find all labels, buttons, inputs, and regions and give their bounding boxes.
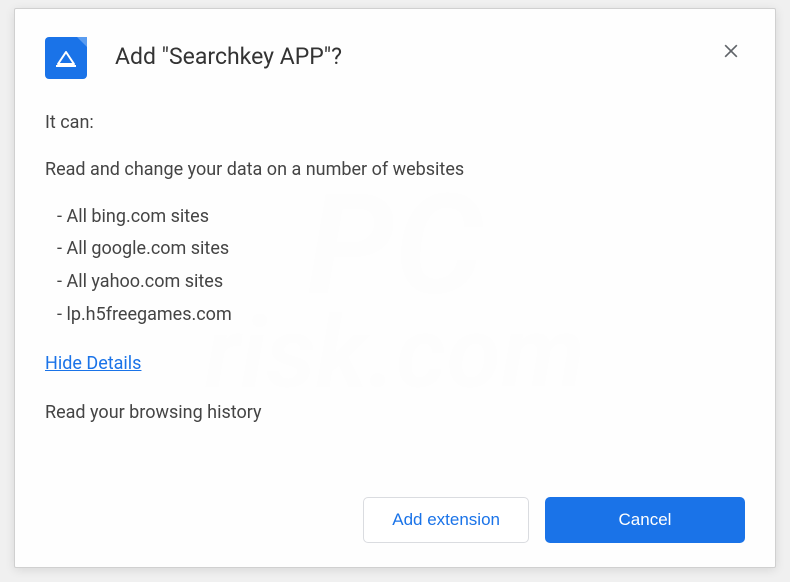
permission-heading: Read and change your data on a number of… [45,156,745,185]
close-button[interactable] [717,37,745,69]
dialog-header: Add "Searchkey APP"? [45,37,745,79]
dialog-title: Add "Searchkey APP"? [115,43,717,70]
cancel-button[interactable]: Cancel [545,497,745,543]
extension-install-dialog: Add "Searchkey APP"? It can: Read and ch… [14,8,776,568]
permission-site-list: All bing.com sites All google.com sites … [45,203,745,330]
extension-icon [45,37,87,79]
details-toggle-link[interactable]: Hide Details [45,350,141,379]
dialog-body: It can: Read and change your data on a n… [45,109,745,487]
dialog-footer: Add extension Cancel [45,497,745,543]
permission-extra: Read your browsing history [45,399,745,428]
add-extension-button[interactable]: Add extension [363,497,529,543]
list-item: All yahoo.com sites [57,268,745,297]
permissions-intro: It can: [45,109,745,138]
close-icon [721,41,741,61]
list-item: lp.h5freegames.com [57,301,745,330]
list-item: All google.com sites [57,235,745,264]
list-item: All bing.com sites [57,203,745,232]
